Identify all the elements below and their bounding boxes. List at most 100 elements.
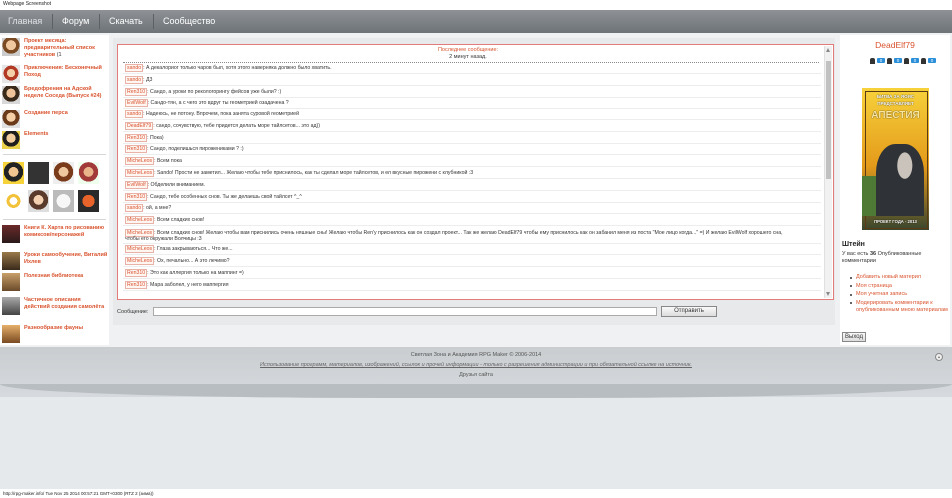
tutorial-title[interactable]: Полезная библиотека bbox=[24, 273, 108, 280]
tutorial-item[interactable]: Полезная библиотека bbox=[2, 273, 108, 291]
tutorial-title[interactable]: Разнообразие фауны bbox=[24, 325, 108, 332]
nav-divider bbox=[52, 14, 53, 29]
member-avatar[interactable] bbox=[78, 190, 99, 212]
news-item[interactable]: Создание перса bbox=[2, 110, 108, 128]
chat-message: DeadElf79: сандо, сочувствую, тебе приде… bbox=[125, 122, 787, 130]
project-of-year-banner[interactable]: БИТВА ЗА ЯОЯС ПРЕДСТАВЛЯЕТ АПЕСТИЯ ПРОЕК… bbox=[862, 88, 929, 230]
message-divider bbox=[123, 225, 821, 226]
left-sidebar: Проект месяца: предварительный список уч… bbox=[0, 35, 109, 345]
message-input[interactable] bbox=[153, 307, 657, 316]
chat-box[interactable]: Последнее сообщение: 2 минут назад. sand… bbox=[117, 44, 834, 300]
message-author[interactable]: Ren310 bbox=[125, 281, 148, 289]
chat-message: EvilWolf: Обделили вниманием. bbox=[125, 181, 787, 189]
news-title[interactable]: Elements bbox=[24, 131, 108, 138]
message-text: : Sando! Прости не заметил... Желаю чтоб… bbox=[154, 170, 474, 176]
message-author[interactable]: EvilWolf bbox=[125, 99, 148, 107]
news-title[interactable]: Бредофрения на Адской неделе Соседа (Вып… bbox=[24, 86, 108, 100]
news-item[interactable]: Бредофрения на Адской неделе Соседа (Вып… bbox=[2, 86, 107, 110]
chat-message: Ren310: Пока) bbox=[125, 134, 787, 142]
tutorial-item[interactable]: Частичное описания действий создания сам… bbox=[2, 297, 107, 321]
message-author[interactable]: Ren310 bbox=[125, 269, 148, 277]
news-item[interactable]: Elements bbox=[2, 131, 107, 149]
message-text: : Д3 bbox=[143, 77, 153, 83]
footer-notice[interactable]: Использование программ, материалов, изоб… bbox=[0, 362, 952, 368]
send-button[interactable]: Отправить bbox=[661, 306, 717, 317]
tutorial-title[interactable]: Частичное описания действий создания сам… bbox=[24, 297, 108, 311]
message-author[interactable]: sando bbox=[125, 76, 144, 84]
divider bbox=[3, 154, 106, 155]
chat-message: MicheLeos: Sando! Прости не заметил... Ж… bbox=[125, 169, 787, 177]
message-author[interactable]: MicheLeos bbox=[125, 245, 155, 253]
member-avatar[interactable] bbox=[28, 162, 49, 184]
logout-button[interactable]: Выход bbox=[842, 332, 866, 342]
chat-message: MicheLeos: Всем пока bbox=[125, 157, 787, 165]
message-author[interactable]: sando bbox=[125, 64, 144, 72]
message-text: : Это как аллергия только на маппинг =) bbox=[147, 270, 244, 276]
nav-community[interactable]: Сообщество bbox=[163, 10, 215, 33]
bell-icon bbox=[870, 58, 875, 64]
message-author[interactable]: Ren310 bbox=[125, 88, 148, 96]
link-my-page[interactable]: Моя страница bbox=[850, 283, 950, 290]
member-avatar[interactable] bbox=[28, 190, 49, 212]
message-author[interactable]: Ren310 bbox=[125, 145, 148, 153]
member-avatar[interactable] bbox=[53, 190, 74, 212]
scroll-thumb[interactable] bbox=[826, 61, 831, 179]
nav-home[interactable]: Главная bbox=[8, 10, 42, 33]
tutorial-title[interactable]: Книги К. Харта по рисованию комиксов/пер… bbox=[24, 225, 108, 239]
message-author[interactable]: Ren310 bbox=[125, 134, 148, 142]
message-divider bbox=[123, 278, 821, 279]
member-avatar[interactable] bbox=[3, 190, 24, 212]
banner-title: АПЕСТИЯ bbox=[871, 110, 920, 121]
message-author[interactable]: MicheLeos bbox=[125, 169, 155, 177]
member-avatar[interactable] bbox=[78, 162, 99, 184]
banner-line2: ПРЕДСТАВЛЯЕТ bbox=[877, 101, 914, 106]
last-message-time: 2 минут назад. bbox=[449, 54, 487, 60]
message-author[interactable]: DeadElf79 bbox=[125, 122, 154, 130]
member-avatar[interactable] bbox=[53, 162, 74, 184]
message-divider bbox=[123, 190, 821, 191]
scroll-to-top-icon[interactable] bbox=[935, 353, 943, 361]
link-my-account[interactable]: Моя учетная запись bbox=[850, 291, 950, 298]
chat-message: sando: Надеюсь, не потону. Впрочем, пока… bbox=[125, 110, 787, 118]
username[interactable]: DeadElf79 bbox=[840, 40, 950, 50]
footer-friends[interactable]: Друзья сайта bbox=[0, 372, 952, 378]
scroll-up-icon[interactable] bbox=[826, 48, 830, 52]
message-divider bbox=[123, 254, 821, 255]
message-author[interactable]: MicheLeos bbox=[125, 257, 155, 265]
news-item[interactable]: Приключения: Бесконечный Поход bbox=[2, 65, 108, 83]
avatar bbox=[2, 273, 20, 291]
news-item[interactable]: Проект месяца: предварительный список уч… bbox=[2, 38, 107, 62]
nav-forum[interactable]: Форум bbox=[62, 10, 89, 33]
message-author[interactable]: MicheLeos bbox=[125, 157, 155, 165]
message-text: : Сандо, тебе особенных снов. Ты же дела… bbox=[147, 194, 302, 200]
chat-message: MicheLeos: Ох, печально... А это лечимо? bbox=[125, 257, 787, 265]
news-title[interactable]: Приключения: Бесконечный Поход bbox=[24, 65, 108, 79]
avatar bbox=[2, 65, 20, 83]
user-links: Добавить новый материл Моя страница Моя … bbox=[850, 274, 950, 315]
message-divider bbox=[123, 266, 821, 267]
comments-icon bbox=[921, 58, 926, 64]
chat-message: sando: Д3 bbox=[125, 76, 787, 84]
message-author[interactable]: sando bbox=[125, 204, 144, 212]
message-divider bbox=[123, 131, 821, 132]
message-text: : ой, а мне? bbox=[143, 205, 172, 211]
nav-divider bbox=[153, 14, 154, 29]
message-author[interactable]: EvilWolf bbox=[125, 181, 148, 189]
message-author[interactable]: MicheLeos bbox=[125, 216, 155, 224]
message-author[interactable]: sando bbox=[125, 110, 144, 118]
scroll-down-icon[interactable] bbox=[826, 292, 830, 296]
tutorial-item[interactable]: Книги К. Харта по рисованию комиксов/пер… bbox=[2, 225, 107, 249]
news-title[interactable]: Создание перса bbox=[24, 110, 108, 117]
link-add-material[interactable]: Добавить новый материл bbox=[850, 274, 950, 281]
message-author[interactable]: Ren310 bbox=[125, 193, 148, 201]
link-moderate-comments[interactable]: Модерировать комментарии к опубликованны… bbox=[850, 300, 950, 314]
message-divider bbox=[123, 97, 821, 98]
nav-download[interactable]: Скачать bbox=[109, 10, 143, 33]
tutorial-title[interactable]: Уроки самообучение, Виталий Ихлев bbox=[24, 252, 108, 266]
member-avatar[interactable] bbox=[3, 162, 24, 184]
tutorial-item[interactable]: Разнообразие фауны bbox=[2, 325, 108, 343]
message-divider bbox=[123, 154, 821, 155]
tutorial-item[interactable]: Уроки самообучение, Виталий Ихлев bbox=[2, 252, 107, 270]
chat-scrollbar[interactable] bbox=[824, 46, 832, 298]
user-stats: 0 0 0 0 bbox=[870, 57, 950, 65]
